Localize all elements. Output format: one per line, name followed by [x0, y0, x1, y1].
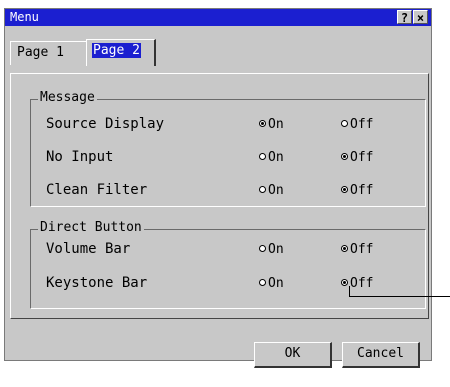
radio-selected-icon — [259, 120, 266, 127]
no-input-off-label: Off — [350, 150, 374, 165]
tab-page-2-label: Page 2 — [92, 43, 141, 58]
source-display-on-label: On — [268, 117, 284, 132]
no-input-off-radio[interactable]: Off — [341, 150, 373, 165]
clean-filter-off-label: Off — [350, 183, 374, 198]
source-display-off-label: Off — [350, 117, 374, 132]
volume-bar-on-radio[interactable]: On — [259, 242, 284, 257]
radio-icon — [259, 153, 266, 160]
keystone-bar-on-label: On — [268, 276, 284, 291]
keystone-bar-label: Keystone Bar — [46, 275, 148, 291]
keystone-bar-off-radio[interactable]: Off — [341, 276, 373, 291]
volume-bar-label: Volume Bar — [46, 241, 131, 257]
volume-bar-on-label: On — [268, 242, 284, 257]
volume-bar-off-radio[interactable]: Off — [341, 242, 373, 257]
tab-page-2[interactable]: Page 2 — [86, 39, 156, 66]
help-icon[interactable]: ? — [397, 10, 412, 25]
cancel-button[interactable]: Cancel — [342, 342, 420, 368]
tab-page-1-label: Page 1 — [17, 45, 64, 60]
title-bar[interactable]: Menu ? × — [5, 9, 431, 26]
radio-icon — [259, 245, 266, 252]
no-input-label: No Input — [46, 149, 114, 165]
radio-selected-icon — [341, 186, 348, 193]
clean-filter-label: Clean Filter — [46, 182, 148, 198]
tab-page-1[interactable]: Page 1 — [10, 41, 88, 65]
message-group-title: Message — [38, 90, 97, 105]
ok-button[interactable]: OK — [254, 342, 332, 368]
radio-icon — [341, 120, 348, 127]
radio-selected-icon — [341, 245, 348, 252]
no-input-on-label: On — [268, 150, 284, 165]
keystone-bar-off-label: Off — [350, 276, 374, 291]
volume-bar-off-label: Off — [350, 242, 374, 257]
radio-icon — [259, 279, 266, 286]
clean-filter-off-radio[interactable]: Off — [341, 183, 373, 198]
callout-line-horizontal — [349, 296, 450, 297]
direct-button-group-title: Direct Button — [38, 220, 144, 235]
clean-filter-on-radio[interactable]: On — [259, 183, 284, 198]
clean-filter-on-label: On — [268, 183, 284, 198]
source-display-off-radio[interactable]: Off — [341, 117, 373, 132]
window-title: Menu — [10, 10, 39, 24]
radio-icon — [259, 186, 266, 193]
source-display-label: Source Display — [46, 116, 165, 132]
radio-selected-icon — [341, 153, 348, 160]
no-input-on-radio[interactable]: On — [259, 150, 284, 165]
close-icon[interactable]: × — [413, 10, 428, 25]
source-display-on-radio[interactable]: On — [259, 117, 284, 132]
keystone-bar-on-radio[interactable]: On — [259, 276, 284, 291]
radio-selected-icon — [341, 279, 348, 286]
